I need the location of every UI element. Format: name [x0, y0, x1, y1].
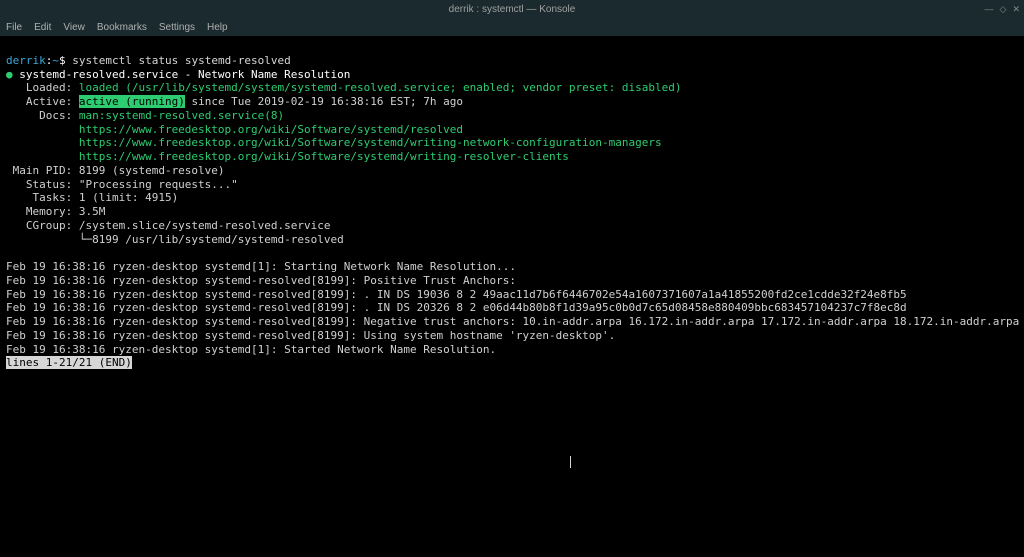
minimize-button[interactable]: — — [985, 4, 994, 14]
status-line: Status: "Processing requests..." — [6, 178, 238, 191]
log-line-3: Feb 19 16:38:16 ryzen-desktop systemd-re… — [6, 288, 907, 301]
active-since: since Tue 2019-02-19 16:38:16 EST; 7h ag… — [185, 95, 463, 108]
pager-status: lines 1-21/21 (END) — [6, 356, 132, 369]
prompt-path: ~ — [52, 54, 59, 67]
active-label: Active: — [6, 95, 79, 108]
docs-line-4: https://www.freedesktop.org/wiki/Softwar… — [6, 150, 569, 163]
log-line-5: Feb 19 16:38:16 ryzen-desktop systemd-re… — [6, 315, 1024, 328]
menu-settings[interactable]: Settings — [159, 22, 195, 33]
log-line-7: Feb 19 16:38:16 ryzen-desktop systemd[1]… — [6, 343, 496, 356]
docs-line-1: man:systemd-resolved.service(8) — [79, 109, 284, 122]
service-name-line: systemd-resolved.service - Network Name … — [13, 68, 351, 81]
docs-line-3: https://www.freedesktop.org/wiki/Softwar… — [6, 136, 662, 149]
window-titlebar: derrik : systemctl — Konsole — ◇ ✕ — [0, 0, 1024, 18]
menu-file[interactable]: File — [6, 22, 22, 33]
terminal-viewport[interactable]: derrik:~$ systemctl status systemd-resol… — [0, 36, 1024, 557]
command-text: systemctl status systemd-resolved — [72, 54, 291, 67]
prompt-user-host: derrik — [6, 54, 46, 67]
docs-line-2: https://www.freedesktop.org/wiki/Softwar… — [6, 123, 463, 136]
log-line-4: Feb 19 16:38:16 ryzen-desktop systemd-re… — [6, 301, 907, 314]
main-pid-line: Main PID: 8199 (systemd-resolve) — [6, 164, 225, 177]
menu-bar: File Edit View Bookmarks Settings Help — [0, 18, 1024, 36]
status-bullet-icon: ● — [6, 68, 13, 81]
text-cursor-icon — [570, 456, 571, 468]
log-line-1: Feb 19 16:38:16 ryzen-desktop systemd[1]… — [6, 260, 516, 273]
menu-help[interactable]: Help — [207, 22, 228, 33]
menu-edit[interactable]: Edit — [34, 22, 51, 33]
window-controls: — ◇ ✕ — [985, 4, 1020, 15]
loaded-value: loaded (/usr/lib/systemd/system/systemd-… — [79, 81, 682, 94]
docs-label: Docs: — [6, 109, 79, 122]
log-line-6: Feb 19 16:38:16 ryzen-desktop systemd-re… — [6, 329, 615, 342]
log-line-2: Feb 19 16:38:16 ryzen-desktop systemd-re… — [6, 274, 516, 287]
menu-view[interactable]: View — [63, 22, 85, 33]
active-value: active (running) — [79, 95, 185, 108]
cgroup-line: CGroup: /system.slice/systemd-resolved.s… — [6, 219, 331, 232]
memory-line: Memory: 3.5M — [6, 205, 105, 218]
maximize-button[interactable]: ◇ — [1000, 4, 1007, 15]
menu-bookmarks[interactable]: Bookmarks — [97, 22, 147, 33]
tasks-line: Tasks: 1 (limit: 4915) — [6, 191, 178, 204]
window-title: derrik : systemctl — Konsole — [449, 4, 576, 15]
prompt-sigil: $ — [59, 54, 72, 67]
cgroup-child-line: └─8199 /usr/lib/systemd/systemd-resolved — [6, 233, 344, 246]
close-button[interactable]: ✕ — [1012, 4, 1020, 15]
loaded-label: Loaded: — [6, 81, 79, 94]
